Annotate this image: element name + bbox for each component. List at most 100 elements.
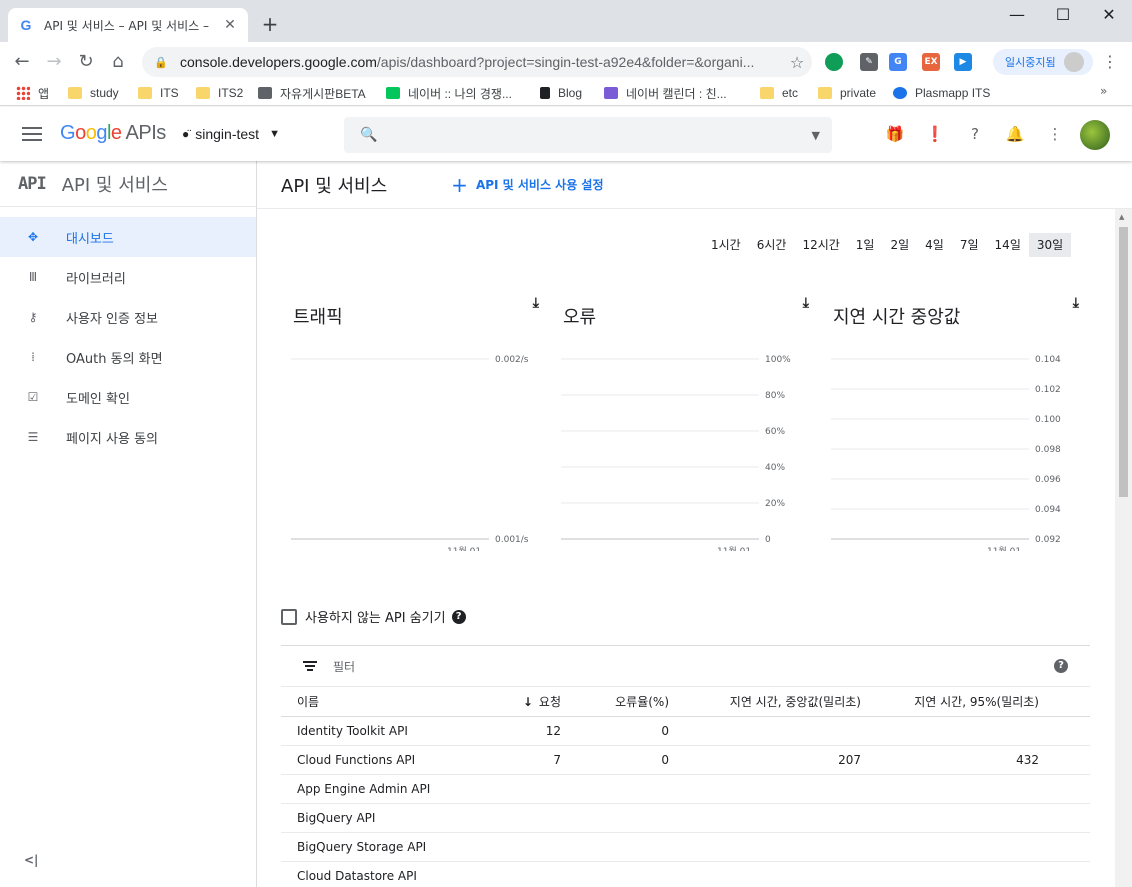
download-icon[interactable]: ⤓ bbox=[803, 295, 809, 311]
range-30d[interactable]: 30일 bbox=[1028, 233, 1072, 257]
table-row[interactable]: App Engine Admin API bbox=[281, 775, 1090, 804]
extension-icon[interactable]: EX bbox=[922, 53, 940, 71]
extension-icon[interactable]: ✎ bbox=[860, 53, 878, 71]
forward-icon[interactable]: → bbox=[40, 48, 68, 76]
error-rate-cell: 0 bbox=[661, 753, 669, 767]
latency-p95-cell: 432 bbox=[1016, 753, 1039, 767]
api-name-cell[interactable]: App Engine Admin API bbox=[281, 782, 491, 796]
project-icon: ●̈ bbox=[182, 127, 190, 141]
menu-icon[interactable] bbox=[22, 127, 42, 141]
reload-icon[interactable]: ↻ bbox=[72, 48, 100, 76]
x-tick-label: 11월 01 bbox=[717, 545, 751, 551]
search-input[interactable] bbox=[380, 127, 812, 143]
hide-unused-checkbox[interactable] bbox=[281, 608, 297, 625]
table-row[interactable]: Cloud Datastore API bbox=[281, 862, 1090, 887]
table-row[interactable]: Identity Toolkit API 12 0 bbox=[281, 717, 1090, 746]
sidebar-item-page-usage[interactable]: ☰ 페이지 사용 동의 bbox=[0, 417, 256, 457]
enable-apis-button[interactable]: + API 및 서비스 사용 설정 bbox=[451, 173, 603, 197]
project-selector[interactable]: ●̈ singin-test ▼ bbox=[172, 120, 290, 148]
search-dropdown-icon[interactable]: ▼ bbox=[812, 129, 820, 142]
sidebar-item-oauth-consent[interactable]: ⁞ OAuth 동의 화면 bbox=[0, 337, 256, 377]
bookmark-item[interactable]: private bbox=[818, 84, 876, 102]
range-1h[interactable]: 1시간 bbox=[703, 233, 749, 257]
bookmark-item[interactable]: Plasmapp ITS bbox=[893, 84, 990, 102]
y-tick-label: 100% bbox=[765, 355, 791, 365]
extension-icon[interactable]: ▶ bbox=[954, 53, 972, 71]
scroll-up-icon[interactable]: ▲ bbox=[1119, 213, 1124, 221]
download-icon[interactable]: ⤓ bbox=[1073, 295, 1079, 311]
api-name-cell[interactable]: BigQuery API bbox=[281, 811, 491, 825]
feedback-icon[interactable]: ❗ bbox=[924, 123, 946, 145]
api-name-cell[interactable]: Cloud Datastore API bbox=[281, 869, 491, 883]
scroll-thumb[interactable] bbox=[1119, 227, 1128, 497]
download-icon[interactable]: ⤓ bbox=[533, 295, 539, 311]
column-latency-median[interactable]: 지연 시간, 중앙값(밀리초) bbox=[669, 693, 861, 710]
range-6h[interactable]: 6시간 bbox=[749, 233, 795, 257]
url-text[interactable]: console.developers.google.com/apis/dashb… bbox=[180, 54, 782, 70]
range-12h[interactable]: 12시간 bbox=[794, 233, 847, 257]
notifications-icon[interactable]: 🔔 bbox=[1004, 123, 1026, 145]
browser-tabstrip: G API 및 서비스 – API 및 서비스 – ✕ + — ☐ ✕ bbox=[0, 0, 1132, 42]
column-name[interactable]: 이름 bbox=[281, 693, 491, 710]
bookmark-item[interactable]: Blog bbox=[540, 84, 582, 102]
back-icon[interactable]: ← bbox=[8, 48, 36, 76]
new-tab-button[interactable]: + bbox=[258, 12, 282, 36]
bookmark-item[interactable]: ITS bbox=[138, 84, 179, 102]
browser-menu-icon[interactable]: ⋮ bbox=[1100, 48, 1120, 76]
bookmark-item[interactable]: 네이버 :: 나의 경쟁... bbox=[386, 84, 512, 102]
minimize-button[interactable]: — bbox=[994, 0, 1040, 32]
table-row[interactable]: BigQuery API bbox=[281, 804, 1090, 833]
help-icon[interactable]: ? bbox=[451, 609, 466, 624]
account-avatar[interactable] bbox=[1080, 120, 1110, 150]
scrollbar[interactable]: ▲ bbox=[1115, 209, 1132, 887]
table-row[interactable]: BigQuery Storage API bbox=[281, 833, 1090, 862]
bookmark-item[interactable]: 자유게시판BETA bbox=[258, 84, 366, 102]
close-window-button[interactable]: ✕ bbox=[1086, 0, 1132, 32]
range-14d[interactable]: 14일 bbox=[987, 233, 1029, 257]
maximize-button[interactable]: ☐ bbox=[1040, 0, 1086, 32]
sidebar-item-library[interactable]: Ⅲ 라이브러리 bbox=[0, 257, 256, 297]
range-1d[interactable]: 1일 bbox=[848, 233, 883, 257]
sidebar-header: API API 및 서비스 bbox=[0, 161, 256, 207]
extension-icon[interactable] bbox=[825, 53, 843, 71]
gift-icon[interactable]: 🎁 bbox=[884, 123, 906, 145]
table-filter[interactable]: 필터 ? bbox=[281, 646, 1090, 687]
y-tick-label: 0.098 bbox=[1035, 445, 1061, 455]
sidebar-item-dashboard[interactable]: ✥ 대시보드 bbox=[0, 217, 256, 257]
browser-tab[interactable]: G API 및 서비스 – API 및 서비스 – ✕ bbox=[8, 8, 248, 42]
bookmark-item[interactable]: 앱 bbox=[16, 84, 49, 102]
help-icon[interactable]: ? bbox=[1054, 659, 1068, 673]
more-options-icon[interactable]: ⋮ bbox=[1044, 123, 1066, 145]
search-bar[interactable]: 🔍 ▼ bbox=[344, 117, 832, 153]
bookmark-star-icon[interactable]: ☆ bbox=[782, 53, 812, 72]
profile-paused-button[interactable]: 일시중지됨 bbox=[993, 49, 1093, 75]
api-name-cell[interactable]: BigQuery Storage API bbox=[281, 840, 491, 854]
table-row[interactable]: Cloud Functions API 7 0 207 432 bbox=[281, 746, 1090, 775]
close-tab-icon[interactable]: ✕ bbox=[222, 17, 238, 33]
profile-avatar bbox=[1063, 52, 1084, 72]
column-error-rate[interactable]: 오류율(%) bbox=[561, 693, 669, 710]
bookmark-item[interactable]: 네이버 캘린더 : 친... bbox=[604, 84, 727, 102]
api-name-cell[interactable]: Cloud Functions API bbox=[281, 753, 491, 767]
column-requests[interactable]: ↓ 요청 bbox=[491, 693, 561, 710]
latency-chart: 지연 시간 중앙값 ⤓ 0.104 0.102 0.100 0.098 0.096 0.0… bbox=[829, 291, 1079, 581]
key-icon: ⚷ bbox=[28, 310, 38, 324]
help-icon[interactable]: ? bbox=[964, 123, 986, 145]
sidebar-item-credentials[interactable]: ⚷ 사용자 인증 정보 bbox=[0, 297, 256, 337]
column-latency-p95[interactable]: 지연 시간, 95%(밀리초) bbox=[861, 693, 1039, 710]
bookmark-item[interactable]: ITS2 bbox=[196, 84, 243, 102]
google-apis-logo[interactable]: Google APIs bbox=[60, 122, 166, 145]
bookmark-item[interactable]: study bbox=[68, 84, 119, 102]
address-bar[interactable]: 🔒 console.developers.google.com/apis/das… bbox=[142, 47, 812, 77]
translate-icon[interactable]: G bbox=[889, 53, 907, 71]
latency-chart-svg: 0.104 0.102 0.100 0.098 0.096 0.094 0.092 11월 0… bbox=[831, 355, 1061, 551]
home-icon[interactable]: ⌂ bbox=[104, 48, 132, 76]
range-7d[interactable]: 7일 bbox=[952, 233, 987, 257]
bookmark-item[interactable]: etc bbox=[760, 84, 798, 102]
range-2d[interactable]: 2일 bbox=[882, 233, 917, 257]
collapse-sidebar-icon[interactable]: <| bbox=[24, 853, 38, 867]
more-bookmarks-icon[interactable]: » bbox=[1100, 84, 1107, 98]
sidebar-item-domain-verification[interactable]: ☑ 도메인 확인 bbox=[0, 377, 256, 417]
range-4d[interactable]: 4일 bbox=[917, 233, 952, 257]
api-name-cell[interactable]: Identity Toolkit API bbox=[281, 724, 491, 738]
